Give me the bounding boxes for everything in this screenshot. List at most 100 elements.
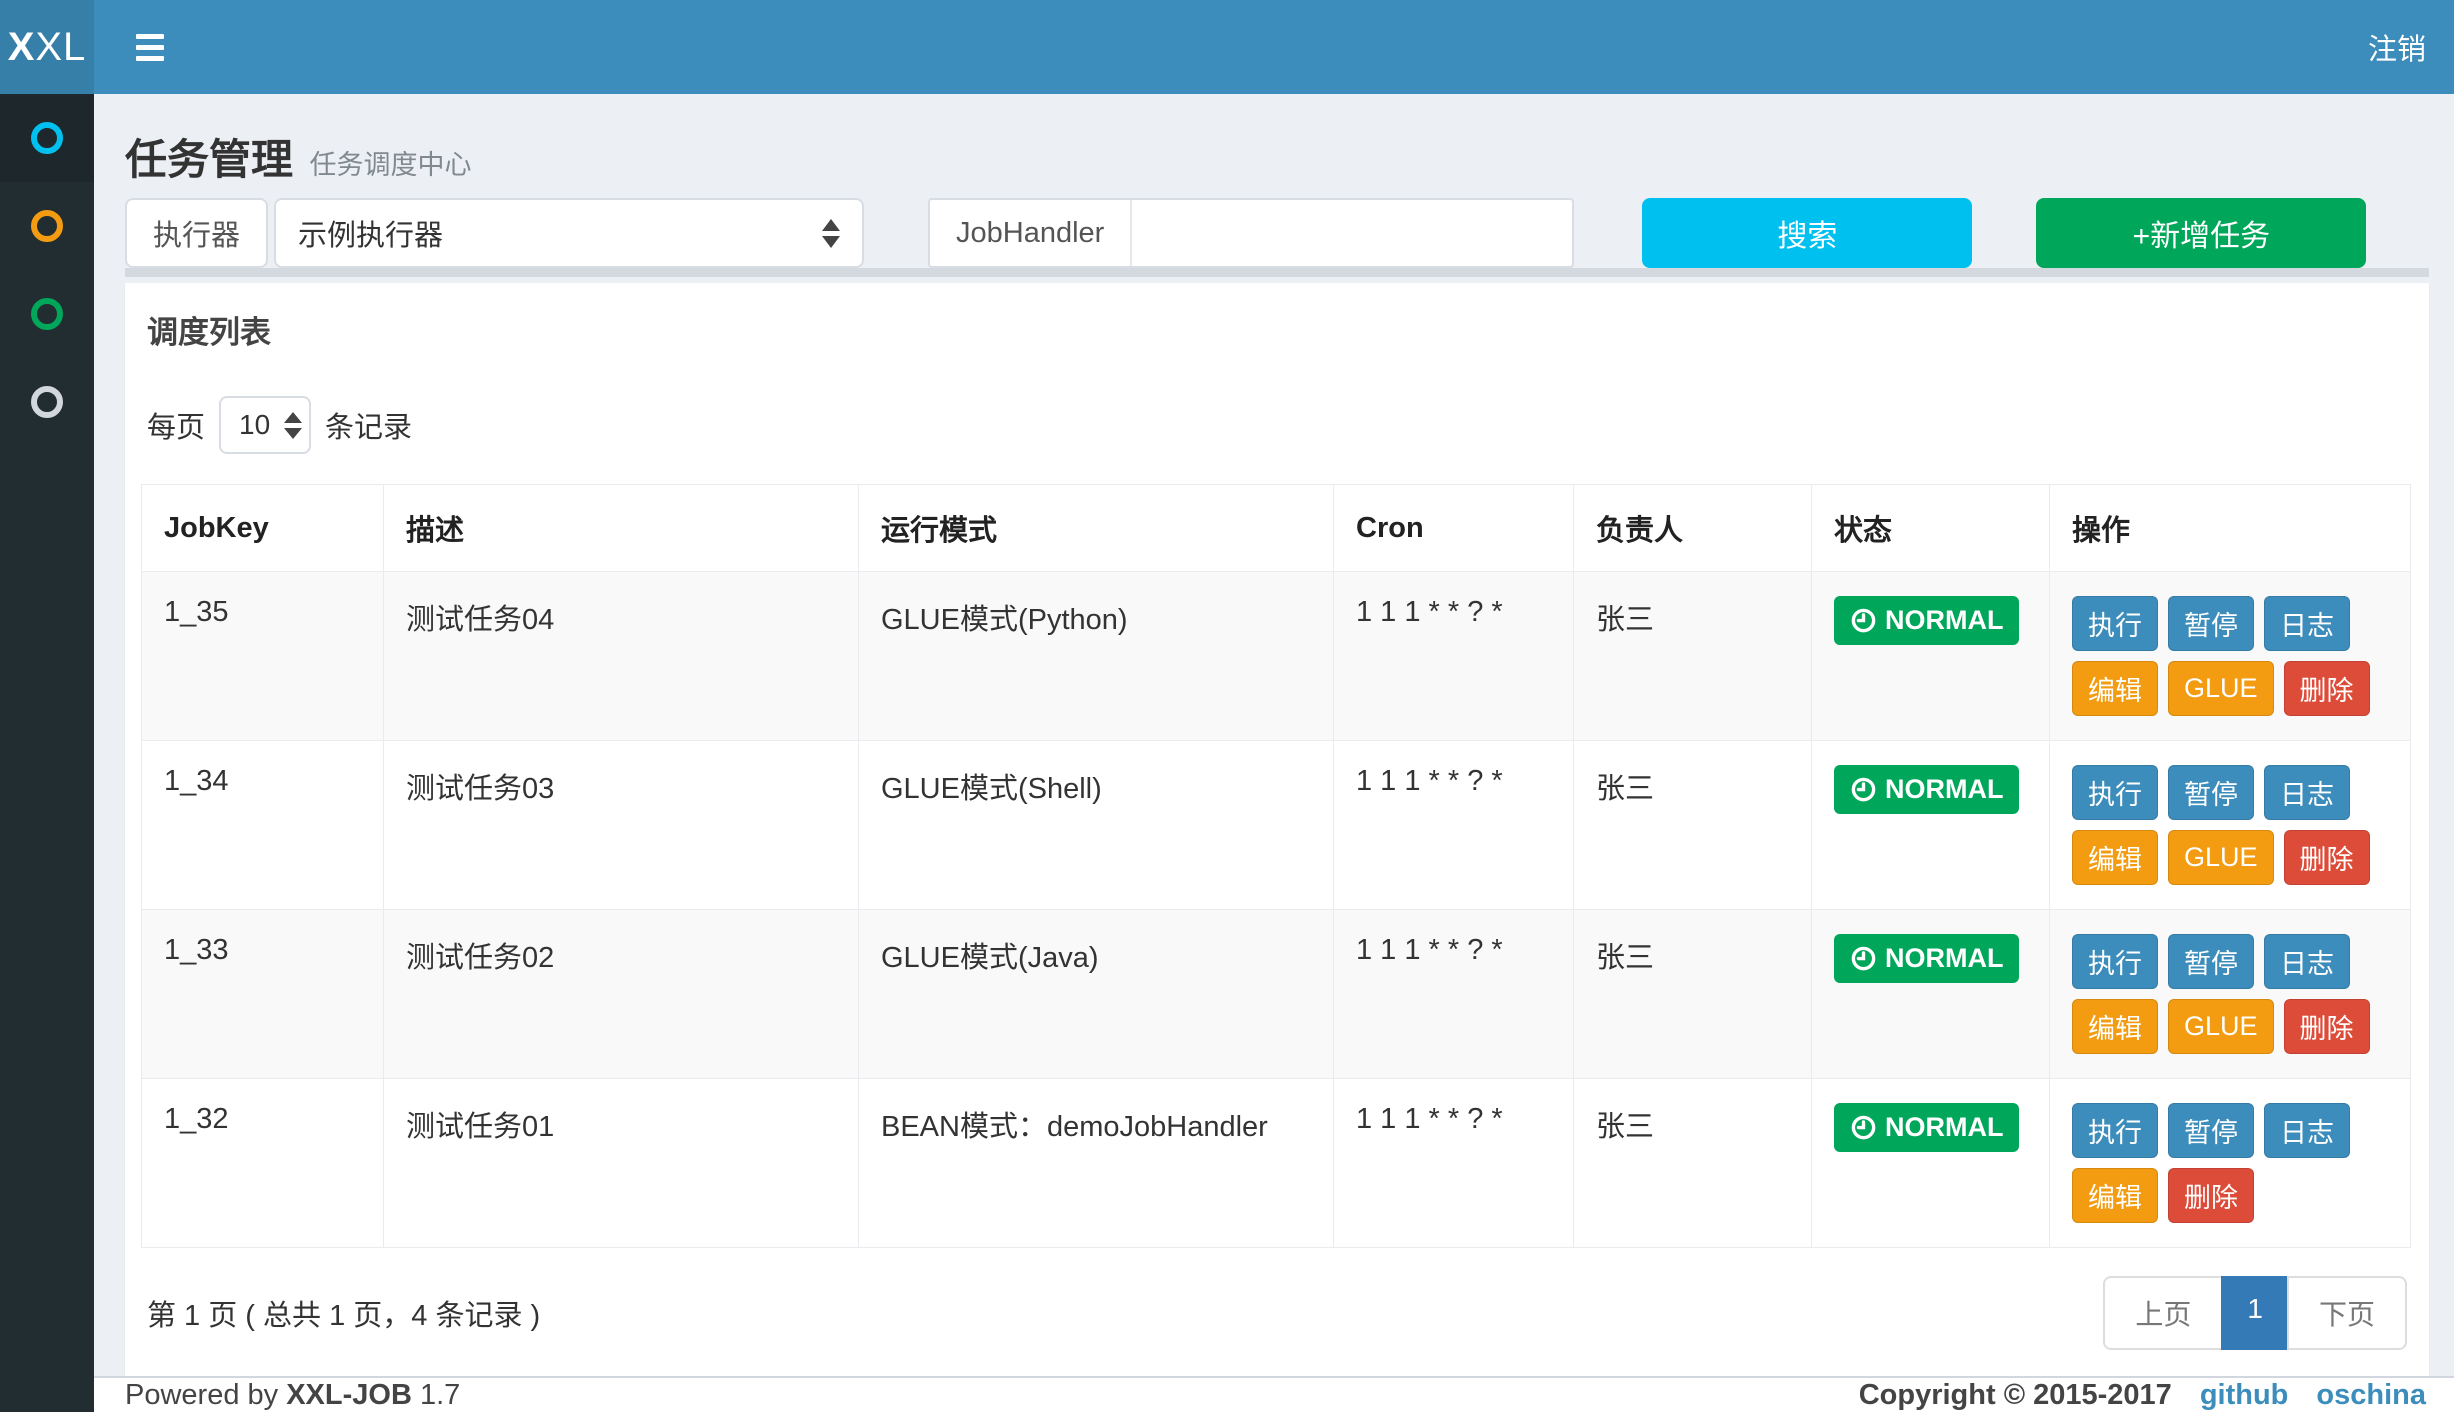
brand-version: 1.7 (420, 1379, 460, 1411)
cell-owner: 张三 (1574, 572, 1812, 741)
cell-run-mode: BEAN模式：demoJobHandler (859, 1079, 1334, 1248)
logout-link[interactable]: 注销 (2368, 26, 2426, 68)
action-button-row: 执行暂停日志 (2072, 596, 2388, 651)
jobhandler-input[interactable] (1132, 200, 1572, 266)
action-button-GLUE[interactable]: GLUE (2168, 830, 2274, 885)
table-header-row: JobKey描述运行模式Cron负责人状态操作 (142, 485, 2411, 572)
cell-status: NORMAL (1812, 741, 2050, 910)
action-button-执行[interactable]: 执行 (2072, 1103, 2158, 1158)
status-label: NORMAL (1885, 943, 2003, 974)
page-size-suffix: 条记录 (325, 404, 412, 446)
content-area: 任务管理 任务调度中心 执行器 示例执行器 JobHandler 搜索 +新增任… (94, 94, 2454, 1376)
sidebar-item-1[interactable] (0, 94, 94, 182)
action-button-删除[interactable]: 删除 (2284, 661, 2370, 716)
action-button-暂停[interactable]: 暂停 (2168, 1103, 2254, 1158)
next-page-button[interactable]: 下页 (2287, 1276, 2407, 1350)
action-button-编辑[interactable]: 编辑 (2072, 661, 2158, 716)
page-size-prefix: 每页 (147, 404, 205, 446)
cell-owner: 张三 (1574, 910, 1812, 1079)
powered-prefix: Powered by (125, 1379, 278, 1411)
current-page-button[interactable]: 1 (2221, 1276, 2289, 1350)
action-button-删除[interactable]: 删除 (2168, 1168, 2254, 1223)
action-button-row: 编辑删除 (2072, 1168, 2388, 1223)
column-header: 状态 (1812, 485, 2050, 572)
action-button-编辑[interactable]: 编辑 (2072, 1168, 2158, 1223)
action-button-执行[interactable]: 执行 (2072, 934, 2158, 989)
page-size-value: 10 (239, 409, 270, 441)
executor-label: 执行器 (125, 198, 268, 268)
prev-page-button[interactable]: 上页 (2103, 1276, 2223, 1350)
select-arrows-icon (822, 219, 840, 248)
cell-description: 测试任务03 (384, 741, 859, 910)
action-button-删除[interactable]: 删除 (2284, 999, 2370, 1054)
action-button-执行[interactable]: 执行 (2072, 596, 2158, 651)
cell-run-mode: GLUE模式(Python) (859, 572, 1334, 741)
cell-owner: 张三 (1574, 1079, 1812, 1248)
action-button-日志[interactable]: 日志 (2264, 1103, 2350, 1158)
add-task-button[interactable]: +新增任务 (2036, 198, 2366, 268)
clock-icon (1850, 945, 1877, 972)
cell-description: 测试任务01 (384, 1079, 859, 1248)
executor-select[interactable]: 示例执行器 (274, 198, 864, 268)
status-badge: NORMAL (1834, 596, 2019, 645)
column-header: 操作 (2050, 485, 2411, 572)
status-badge: NORMAL (1834, 765, 2019, 814)
sidebar-item-2[interactable] (0, 182, 94, 270)
action-button-row: 执行暂停日志 (2072, 934, 2388, 989)
status-label: NORMAL (1885, 605, 2003, 636)
cell-jobkey: 1_34 (142, 741, 384, 910)
logo-bold: X (8, 25, 36, 70)
cell-actions: 执行暂停日志编辑GLUE删除 (2050, 572, 2411, 741)
action-button-执行[interactable]: 执行 (2072, 765, 2158, 820)
column-header: Cron (1334, 485, 1574, 572)
cell-description: 测试任务04 (384, 572, 859, 741)
action-button-日志[interactable]: 日志 (2264, 596, 2350, 651)
hamburger-menu-icon[interactable] (126, 18, 174, 77)
action-button-暂停[interactable]: 暂停 (2168, 934, 2254, 989)
cell-run-mode: GLUE模式(Java) (859, 910, 1334, 1079)
search-button[interactable]: 搜索 (1642, 198, 1972, 268)
cell-jobkey: 1_35 (142, 572, 384, 741)
cell-status: NORMAL (1812, 910, 2050, 1079)
sidebar-item-4[interactable] (0, 358, 94, 446)
filter-row: 执行器 示例执行器 JobHandler 搜索 +新增任务 (125, 198, 2429, 268)
action-button-row: 执行暂停日志 (2072, 1103, 2388, 1158)
cell-jobkey: 1_33 (142, 910, 384, 1079)
action-button-暂停[interactable]: 暂停 (2168, 765, 2254, 820)
action-button-GLUE[interactable]: GLUE (2168, 999, 2274, 1054)
circle-icon (31, 298, 63, 330)
schedule-panel: 调度列表 每页 10 条记录 JobKey描述运行模式Cron负责人状态操作 (125, 283, 2429, 1376)
page-footer: Powered by XXL-JOB 1.7 Copyright © 2015-… (94, 1376, 2454, 1412)
cell-status: NORMAL (1812, 572, 2050, 741)
sidebar-item-3[interactable] (0, 270, 94, 358)
cell-cron: 1 1 1 * * ? * (1334, 910, 1574, 1079)
jobhandler-label: JobHandler (930, 200, 1132, 266)
status-label: NORMAL (1885, 774, 2003, 805)
action-button-编辑[interactable]: 编辑 (2072, 999, 2158, 1054)
app-logo[interactable]: XXL (0, 0, 94, 94)
select-arrows-icon (284, 412, 302, 439)
table-row: 1_35测试任务04GLUE模式(Python)1 1 1 * * ? *张三N… (142, 572, 2411, 741)
page-header: 任务管理 任务调度中心 (125, 94, 2429, 194)
action-button-row: 编辑GLUE删除 (2072, 830, 2388, 885)
oschina-link[interactable]: oschina (2316, 1379, 2426, 1412)
status-label: NORMAL (1885, 1112, 2003, 1143)
action-button-日志[interactable]: 日志 (2264, 765, 2350, 820)
logo-rest: XL (35, 25, 86, 70)
action-button-日志[interactable]: 日志 (2264, 934, 2350, 989)
filter-divider (125, 268, 2429, 277)
action-button-删除[interactable]: 删除 (2284, 830, 2370, 885)
cell-cron: 1 1 1 * * ? * (1334, 1079, 1574, 1248)
action-button-暂停[interactable]: 暂停 (2168, 596, 2254, 651)
action-button-row: 执行暂停日志 (2072, 765, 2388, 820)
action-button-GLUE[interactable]: GLUE (2168, 661, 2274, 716)
clock-icon (1850, 607, 1877, 634)
github-link[interactable]: github (2200, 1379, 2289, 1412)
action-button-编辑[interactable]: 编辑 (2072, 830, 2158, 885)
jobs-table: JobKey描述运行模式Cron负责人状态操作 1_35测试任务04GLUE模式… (141, 484, 2411, 1248)
page-size-select[interactable]: 10 (219, 396, 311, 454)
cell-description: 测试任务02 (384, 910, 859, 1079)
clock-icon (1850, 1114, 1877, 1141)
cell-jobkey: 1_32 (142, 1079, 384, 1248)
circle-icon (31, 122, 63, 154)
